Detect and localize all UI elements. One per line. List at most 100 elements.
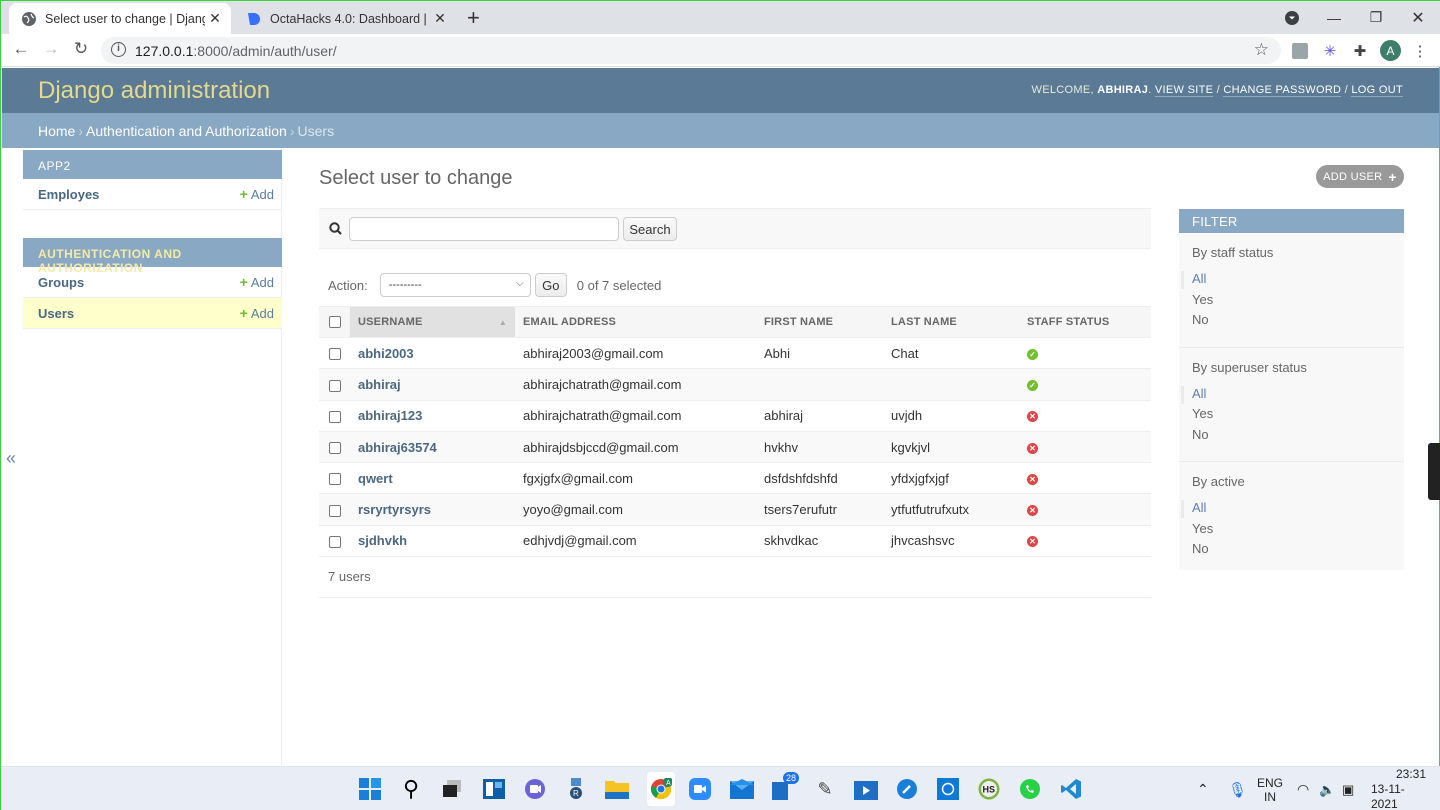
change-password-link[interactable]: CHANGE PASSWORD <box>1223 84 1342 97</box>
close-tab-icon[interactable]: ✕ <box>430 10 450 27</box>
usb-tool-button[interactable]: ✎ <box>813 777 837 801</box>
extension-button[interactable]: ✳ <box>1320 41 1340 61</box>
row-checkbox[interactable] <box>329 410 341 423</box>
filter-option-no[interactable]: No <box>1179 541 1404 562</box>
browser-tab-active[interactable]: Select user to change | Django site admi… <box>9 3 231 34</box>
close-window-button[interactable]: ✕ <box>1395 1 1440 34</box>
language-indicator[interactable]: ENG IN <box>1257 767 1283 810</box>
extension-profile-pic[interactable] <box>1290 41 1310 61</box>
filter-option-yes[interactable]: Yes <box>1179 292 1404 313</box>
teams-chat-button[interactable] <box>523 777 547 801</box>
settings-tool-button[interactable] <box>895 777 919 801</box>
row-checkbox[interactable] <box>329 379 341 392</box>
filter-option-all[interactable]: All <box>1179 385 1404 407</box>
sparkle-extension-icon: ✳ <box>1323 43 1337 60</box>
username-link[interactable]: sjdhvkh <box>358 533 407 548</box>
task-view-button[interactable] <box>440 777 464 801</box>
new-tab-button[interactable]: + <box>467 5 480 31</box>
module-caption[interactable]: APP2 <box>23 150 282 179</box>
site-branding[interactable]: Django administration <box>38 77 270 105</box>
username-link[interactable]: abhiraj123 <box>358 408 422 423</box>
profile-avatar[interactable]: A <box>1380 40 1401 61</box>
network-button[interactable]: ◠ <box>1297 767 1309 810</box>
file-explorer-button[interactable] <box>605 777 629 801</box>
widgets-button[interactable] <box>482 777 506 801</box>
row-checkbox[interactable] <box>329 473 341 486</box>
app-icon-r[interactable]: R <box>564 777 588 801</box>
breadcrumb-home[interactable]: Home <box>38 123 75 139</box>
email-cell: fgxjgfx@gmail.com <box>515 462 756 495</box>
media-player-button[interactable] <box>854 777 878 801</box>
column-header-first-name[interactable]: FIRST NAME <box>756 306 883 338</box>
row-checkbox[interactable] <box>329 535 341 548</box>
site-info-icon[interactable]: i <box>111 42 126 57</box>
add-user-button[interactable]: ADD USER + <box>1316 165 1404 188</box>
search-button[interactable]: Search <box>623 217 677 241</box>
bookmark-star-icon[interactable]: ☆ <box>1254 40 1269 60</box>
sidebar-toggle-button[interactable]: « <box>6 448 16 469</box>
column-header-last-name[interactable]: LAST NAME <box>883 306 1019 338</box>
screen-capture-widget[interactable] <box>1428 443 1440 500</box>
select-all-checkbox[interactable] <box>329 316 341 329</box>
mail-app-button[interactable] <box>730 777 754 801</box>
row-checkbox[interactable] <box>329 348 341 361</box>
filter-option-all[interactable]: All <box>1179 500 1404 521</box>
column-header-username[interactable]: USERNAME ▲ <box>350 306 515 338</box>
microphone-button[interactable]: 🎙 <box>1228 767 1247 810</box>
search-input[interactable] <box>349 217 619 241</box>
browser-tab[interactable]: OctaHacks 4.0: Dashboard | Devfolio ✕ <box>234 3 456 34</box>
address-bar[interactable]: i 127.0.0.1:8000/admin/auth/user/ ☆ <box>101 37 1281 64</box>
log-out-link[interactable]: LOG OUT <box>1351 84 1403 97</box>
view-site-link[interactable]: VIEW SITE <box>1154 84 1214 97</box>
filter-option-all[interactable]: All <box>1179 271 1404 292</box>
todo-app-button[interactable]: 28 <box>771 772 800 801</box>
model-link[interactable]: Employes <box>38 187 99 202</box>
module-caption[interactable]: AUTHENTICATION AND AUTHORIZATION <box>23 238 282 275</box>
globe-icon <box>22 11 36 26</box>
row-checkbox[interactable] <box>329 442 341 455</box>
reload-button[interactable]: ↻ <box>69 39 93 61</box>
username-link[interactable]: rsryrtyrsyrs <box>358 502 431 517</box>
volume-button[interactable]: 🔈 <box>1319 767 1335 810</box>
username-link[interactable]: abhiraj63574 <box>358 440 437 455</box>
column-header-staff-status[interactable]: STAFF STATUS <box>1019 306 1151 338</box>
vscode-button[interactable] <box>1059 777 1083 801</box>
back-button[interactable]: ← <box>9 39 33 61</box>
go-button[interactable]: Go <box>534 273 567 297</box>
username-link[interactable]: qwert <box>358 471 393 486</box>
filter-option-no[interactable]: No <box>1179 312 1404 333</box>
add-link[interactable]: + Add <box>240 305 274 321</box>
breadcrumb-app[interactable]: Authentication and Authorization <box>86 123 287 139</box>
model-link[interactable]: Groups <box>38 275 84 290</box>
add-link[interactable]: + Add <box>240 274 274 290</box>
tab-search-button[interactable] <box>1269 1 1315 34</box>
close-tab-icon[interactable]: ✕ <box>205 10 225 27</box>
zoom-icon <box>689 778 711 800</box>
filter-option-no[interactable]: No <box>1179 427 1404 448</box>
extensions-menu-button[interactable]: ✚ <box>1350 41 1370 61</box>
forward-button[interactable]: → <box>39 39 63 61</box>
action-select[interactable]: --------- ⌵ <box>379 273 531 297</box>
username-link[interactable]: abhiraj <box>358 377 401 392</box>
username-link[interactable]: abhi2003 <box>358 346 414 361</box>
show-hidden-icons-button[interactable]: ⌃ <box>1197 767 1209 810</box>
battery-button[interactable]: ▣ <box>1342 767 1354 810</box>
zoom-app-button[interactable] <box>688 777 712 801</box>
filter-option-yes[interactable]: Yes <box>1179 406 1404 427</box>
minimize-button[interactable]: — <box>1311 1 1357 34</box>
column-header-email[interactable]: EMAIL ADDRESS <box>515 306 756 338</box>
filter-option-yes[interactable]: Yes <box>1179 521 1404 542</box>
restore-button[interactable]: ❐ <box>1353 1 1399 34</box>
row-checkbox[interactable] <box>329 504 341 517</box>
model-link[interactable]: Users <box>38 306 74 321</box>
add-link[interactable]: + Add <box>240 186 274 202</box>
search-button-taskbar[interactable]: ⚲ <box>399 776 423 801</box>
browser-menu-button[interactable]: ⋮ <box>1410 41 1430 61</box>
whatsapp-button[interactable] <box>1018 777 1042 801</box>
chrome-taskbar-button[interactable]: A <box>647 772 675 806</box>
cortana-button[interactable] <box>936 777 960 801</box>
start-button[interactable] <box>358 777 382 801</box>
clock[interactable]: 23:31 13-11-2021 <box>1371 767 1426 810</box>
sort-ascending-icon[interactable]: ▲ <box>499 318 507 327</box>
hs-app-button[interactable]: HS <box>977 777 1001 801</box>
